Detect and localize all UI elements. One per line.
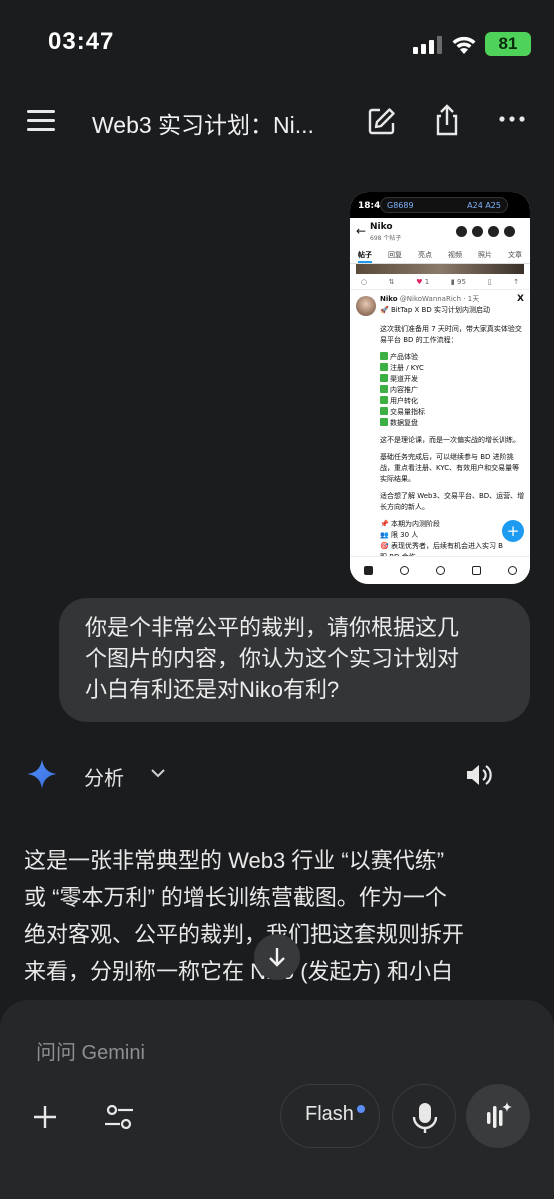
composer-panel: 问问 Gemini Flash: [0, 1000, 554, 1199]
thumb-home-icon: [363, 566, 373, 575]
thumb-post-line: 易平台 BD 的工作流程：: [380, 336, 458, 344]
thumb-post-line: 实际结果。: [380, 475, 415, 483]
thumb-post-title: 🚀 BitTap X BD 实习计划内测启动: [380, 306, 490, 314]
gemini-sparkle-icon: [27, 759, 57, 789]
share-icon[interactable]: [433, 104, 461, 136]
top-app-bar: Web3 实习计划：Ni...: [0, 96, 554, 150]
thumb-view-count: ▮ 95: [450, 277, 466, 286]
user-message-line: 个图片的内容，你认为这个实习计划对: [85, 646, 460, 671]
model-label: Flash: [305, 1103, 354, 1125]
thumb-bottom-nav: [350, 556, 530, 584]
thumb-post-actions: ○ ⇅ ♥ 1 ▮ 95 ▯ ↑: [350, 274, 530, 290]
thumb-tab: 回复: [388, 251, 402, 259]
thumb-post-line: 适合想了解 Web3、交易平台、BD、运营、增: [380, 492, 524, 500]
thumb-edit-icon: [488, 226, 499, 237]
model-indicator-dot: [357, 1105, 365, 1113]
response-line: 这是一张非常典型的 Web3 行业 “以赛代练”: [24, 848, 445, 873]
thumb-refresh-icon: [456, 226, 467, 237]
user-message-bubble: 你是个非常公平的裁判，请你根据这几 个图片的内容，你认为这个实习计划对 小白有利…: [59, 598, 530, 722]
thumb-check-item: 用户转化: [380, 396, 524, 407]
thumb-post: X Niko @NikoWannaRich · 1天 🚀 BitTap X BD…: [350, 290, 530, 563]
thumb-check-item: 注册 / KYC: [380, 363, 524, 374]
thumb-post-line: 长方向的新人。: [380, 503, 429, 511]
thumb-mail-icon: [507, 566, 517, 575]
response-header: 分析: [24, 752, 530, 800]
thumb-profile-header: ← Niko 698 个帖子: [350, 218, 530, 248]
thumb-profile-sub: 698 个帖子: [370, 235, 402, 242]
thumb-search-icon: [472, 226, 483, 237]
tools-sliders-icon[interactable]: [103, 1102, 135, 1132]
thumb-share-icon: ↑: [513, 277, 520, 286]
thumb-tab: 文章: [508, 251, 522, 259]
attached-image-thumbnail[interactable]: 18:46 G8689 A24 A25 ← Niko 698 个帖子 帖子 回复…: [350, 192, 530, 584]
thumb-post-line: 基础任务完成后，可以继续参与 BD 进阶挑: [380, 453, 514, 461]
microphone-button[interactable]: [392, 1084, 456, 1148]
live-waveform-icon: [487, 1102, 512, 1128]
chevron-down-icon[interactable]: [150, 767, 166, 779]
thumb-check-item: 内容推广: [380, 385, 524, 396]
thumb-check-item: 产品体验: [380, 352, 524, 363]
thumb-check-item: 渠道开发: [380, 374, 524, 385]
thumb-tab: 帖子: [358, 248, 372, 263]
status-bar: 03:47 81: [0, 0, 554, 88]
conversation-title[interactable]: Web3 实习计划：Ni...: [92, 106, 314, 140]
thumb-bell-icon: [471, 566, 481, 575]
menu-icon[interactable]: [27, 110, 55, 132]
status-time: 03:47: [48, 28, 115, 55]
speaker-icon[interactable]: [464, 760, 494, 790]
thumb-tab: 视频: [448, 251, 462, 259]
thumb-avatar: [356, 296, 376, 316]
thumb-tab: 照片: [478, 251, 492, 259]
live-voice-button[interactable]: [466, 1084, 530, 1148]
thumb-search-nav-icon: [399, 566, 409, 575]
user-message-line: 你是个非常公平的裁判，请你根据这几: [85, 615, 460, 640]
thumb-post-meta: Niko @NikoWannaRich · 1天: [380, 295, 480, 303]
thumb-check-item: 交易量指标: [380, 407, 524, 418]
wifi-icon: [452, 36, 476, 54]
thumb-post-line: 战，重点看注册、KYC、有效用户和交易量等: [380, 464, 520, 472]
thumb-tab: 亮点: [418, 251, 432, 259]
thumb-island-right: A24 A25: [467, 201, 501, 210]
thumb-island-left: G8689: [387, 201, 414, 210]
thumb-dynamic-island: G8689 A24 A25: [380, 197, 508, 213]
arrow-down-icon: [269, 948, 285, 967]
cellular-signal-icon: [413, 36, 442, 54]
thumb-compose-fab-icon: +: [502, 520, 524, 542]
thumb-post-line: 🎯 表现优秀者，后续有机会进入实习 B: [380, 542, 503, 550]
thumb-status-bar: 18:46 G8689 A24 A25: [350, 192, 530, 218]
response-line: 或 “零本万利” 的增长训练营截图。作为一个: [24, 885, 447, 910]
new-chat-edit-icon[interactable]: [367, 106, 397, 136]
microphone-icon: [412, 1103, 438, 1133]
thumb-post-line: 这次我们准备用 7 天时间，带大家真实体验交: [380, 325, 522, 333]
add-attachment-icon[interactable]: [30, 1102, 60, 1132]
more-options-icon[interactable]: [498, 112, 526, 126]
thumb-repost-icon: ⇅: [388, 277, 395, 286]
thumb-back-icon: ←: [356, 224, 367, 238]
thumb-tabs: 帖子 回复 亮点 视频 照片 文章: [350, 248, 530, 264]
prompt-input[interactable]: 问问 Gemini: [36, 1036, 145, 1065]
user-message-line: 小白有利还是对Niko有利?: [85, 677, 340, 702]
thumb-grok-icon: [435, 566, 445, 575]
thumb-x-logo-icon: X: [517, 294, 524, 304]
thumb-like-count: ♥ 1: [416, 277, 430, 286]
analysis-toggle-label[interactable]: 分析: [84, 762, 124, 791]
thumb-profile-name: Niko: [370, 222, 393, 232]
thumb-more-icon: [504, 226, 515, 237]
scroll-to-bottom-button[interactable]: [254, 934, 300, 980]
thumb-post-line: 这不是理论课，而是一次偏实战的增长训练。: [380, 436, 520, 444]
thumb-bookmark-icon: ▯: [487, 277, 492, 286]
battery-indicator: 81: [485, 32, 531, 56]
thumb-media-strip: [356, 264, 524, 274]
thumb-check-item: 数据复盘: [380, 418, 524, 429]
thumb-reply-icon: ○: [360, 277, 367, 286]
model-selector-button[interactable]: Flash: [280, 1084, 380, 1148]
